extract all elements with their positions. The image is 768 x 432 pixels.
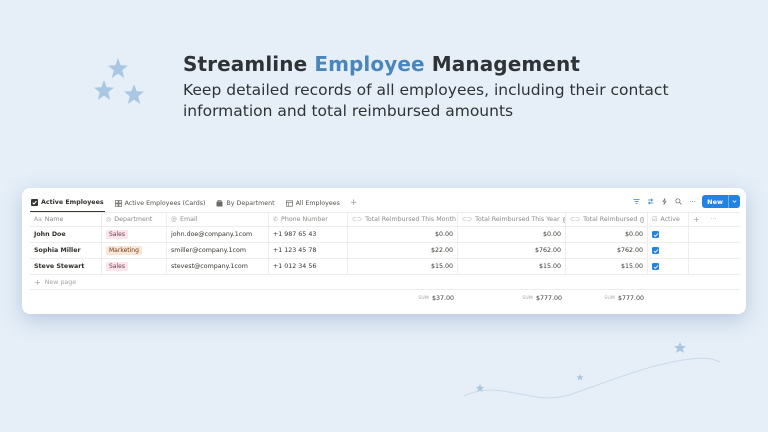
page-subtitle: Keep detailed records of all employees, …	[183, 81, 669, 120]
decorative-stars	[92, 54, 152, 114]
checkbox-icon: ☑	[652, 216, 658, 223]
database-card: Active Employees Active Employees (Cards…	[22, 188, 746, 314]
department-tag: Sales	[106, 230, 128, 239]
phone-icon: ✆	[273, 216, 279, 223]
active-checkbox[interactable]	[652, 263, 659, 270]
star-icon	[108, 58, 128, 78]
toolbar: ··· New	[632, 195, 740, 208]
sum-total[interactable]: SUM $777.00	[566, 290, 648, 306]
sum-month[interactable]: SUM $37.00	[348, 290, 458, 306]
column-header-phone[interactable]: ✆ Phone Number	[269, 213, 348, 226]
department-tag: Sales	[106, 262, 128, 271]
filter-icon[interactable]	[632, 197, 641, 206]
search-icon[interactable]	[674, 197, 683, 206]
sum-year[interactable]: SUM $777.00	[458, 290, 566, 306]
at-icon: @	[171, 216, 177, 223]
rollup-icon: ⊂⊃	[462, 216, 473, 223]
add-view-button[interactable]: +	[350, 198, 358, 208]
active-checkbox[interactable]	[652, 231, 659, 238]
more-icon[interactable]: ···	[688, 197, 697, 206]
active-checkbox[interactable]	[652, 247, 659, 254]
table-header: Aa Name ◎ Department @ Email ✆ Phone Number …	[30, 212, 740, 227]
lightning-icon[interactable]	[660, 197, 669, 206]
info-icon: i	[640, 216, 644, 223]
column-header-email[interactable]: @ Email	[167, 213, 269, 226]
rollup-icon: ⊂⊃	[352, 216, 363, 223]
chevron-down-icon[interactable]	[728, 195, 740, 208]
page-title: Streamline Employee Management	[183, 52, 580, 76]
tab-by-department[interactable]: By Department	[215, 194, 275, 212]
text-icon: Aa	[34, 216, 42, 223]
column-header-total[interactable]: ⊂⊃ Total Reimbursed i	[566, 213, 648, 226]
table-row[interactable]: Steve Stewart Sales stevest@company.1com…	[30, 259, 740, 275]
tab-active-employees-cards[interactable]: Active Employees (Cards)	[114, 194, 207, 212]
table-icon	[285, 199, 293, 207]
checkbox-icon	[31, 199, 38, 206]
sort-icon[interactable]	[646, 197, 655, 206]
title-accent: Employee	[314, 52, 425, 76]
column-header-name[interactable]: Aa Name	[30, 213, 102, 226]
tab-active-employees[interactable]: Active Employees	[30, 194, 105, 212]
column-header-year[interactable]: ⊂⊃ Total Reimbursed This Year i	[458, 213, 566, 226]
new-button[interactable]: New	[702, 195, 740, 208]
new-page-button[interactable]: + New page	[30, 275, 740, 290]
department-tag: Marketing	[106, 246, 142, 255]
summary-row: SUM $37.00 SUM $777.00 SUM $777.00	[30, 290, 740, 306]
table-row[interactable]: John Doe Sales john.doe@company.1com +1 …	[30, 227, 740, 243]
column-actions: + ···	[689, 213, 740, 226]
more-icon[interactable]: ···	[711, 216, 717, 223]
view-tabs: Active Employees Active Employees (Cards…	[30, 194, 357, 212]
column-header-month[interactable]: ⊂⊃Total Reimbursed This Monthi	[348, 213, 458, 226]
column-header-department[interactable]: ◎ Department	[102, 213, 167, 226]
star-icon	[94, 80, 114, 100]
column-header-active[interactable]: ☑ Active	[648, 213, 689, 226]
employees-table: Aa Name ◎ Department @ Email ✆ Phone Number …	[30, 212, 740, 306]
star-icon	[124, 84, 144, 104]
rollup-icon: ⊂⊃	[570, 216, 581, 223]
decorative-wave	[463, 342, 721, 399]
board-icon	[216, 199, 223, 207]
gallery-icon	[114, 199, 122, 207]
tab-all-employees[interactable]: All Employees	[285, 194, 341, 212]
table-row[interactable]: Sophia Miller Marketing smiller@company.…	[30, 243, 740, 259]
add-column-icon[interactable]: +	[693, 215, 700, 224]
status-icon: ◎	[106, 216, 112, 223]
plus-icon: +	[34, 277, 41, 287]
